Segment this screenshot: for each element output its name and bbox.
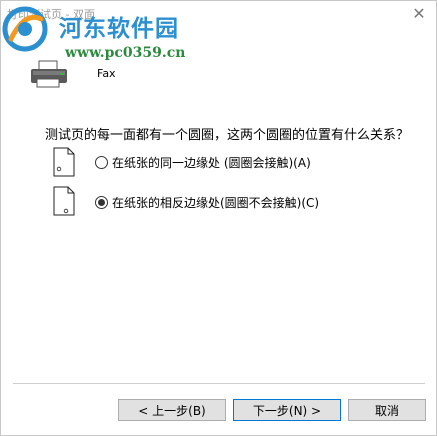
wizard-window: 打印测试页 - 双面 ✕ 河东软件园 www.pc0359.cn Fax 测试页… <box>0 0 437 436</box>
watermark: 河东软件园 www.pc0359.cn <box>1 1 231 65</box>
watermark-logo-icon <box>2 6 48 52</box>
close-icon[interactable]: ✕ <box>408 3 430 25</box>
printer-icon <box>31 60 67 88</box>
watermark-site-name: 河东软件园 <box>59 16 179 42</box>
option-opposite-edge-label: 在纸张的相反边缘处(圆圈不会接触)(C) <box>112 196 320 210</box>
footer-divider <box>13 383 425 384</box>
option-opposite-edge[interactable]: 在纸张的相反边缘处(圆圈不会接触)(C) <box>95 194 319 211</box>
question-text: 测试页的每一面都有一个圆圈，这两个圆圈的位置有什么关系？ <box>45 128 410 143</box>
printer-name: Fax <box>97 67 116 80</box>
page-opposite-edge-icon <box>53 186 75 216</box>
page-same-edge-icon <box>53 147 75 177</box>
watermark-url: www.pc0359.cn <box>65 45 186 61</box>
radio-same-edge[interactable] <box>95 156 108 169</box>
option-same-edge-label: 在纸张的同一边缘处 (圆圈会接触)(A) <box>112 156 311 170</box>
back-button[interactable]: < 上一步(B) <box>118 399 226 421</box>
next-button[interactable]: 下一步(N) > <box>233 399 341 421</box>
option-same-edge[interactable]: 在纸张的同一边缘处 (圆圈会接触)(A) <box>95 154 311 171</box>
cancel-button[interactable]: 取消 <box>348 399 426 421</box>
radio-opposite-edge[interactable] <box>95 196 108 209</box>
